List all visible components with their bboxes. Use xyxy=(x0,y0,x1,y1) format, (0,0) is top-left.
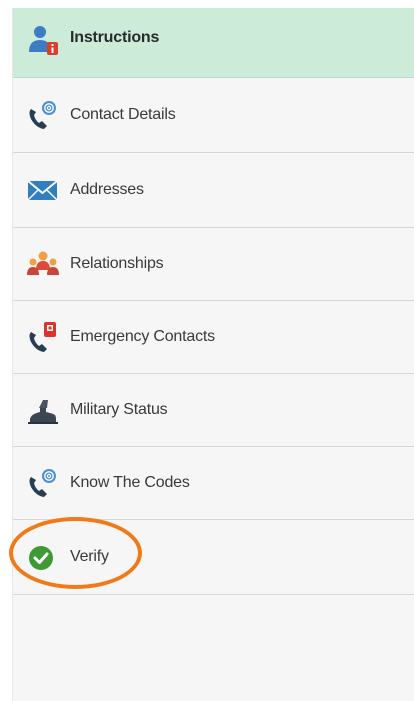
check-circle-icon xyxy=(25,541,61,573)
people-group-icon xyxy=(25,248,61,280)
phone-email-icon xyxy=(25,99,61,131)
nav-item-military-status[interactable]: Military Status xyxy=(13,374,414,447)
nav-item-label: Emergency Contacts xyxy=(70,328,215,345)
nav-item-label: Addresses xyxy=(70,181,144,198)
nav-item-label: Instructions xyxy=(70,29,160,46)
military-icon xyxy=(25,394,61,426)
nav-item-label: Know The Codes xyxy=(70,474,190,491)
nav-item-label: Military Status xyxy=(70,401,168,418)
nav-item-know-the-codes[interactable]: Know The Codes xyxy=(13,447,414,520)
nav-item-contact-details[interactable]: Contact Details xyxy=(13,78,414,153)
user-info-icon xyxy=(25,24,61,56)
nav-item-label: Verify xyxy=(70,548,109,565)
envelope-icon xyxy=(25,174,61,206)
phone-email-icon xyxy=(25,467,61,499)
nav-item-verify[interactable]: Verify xyxy=(13,520,414,595)
nav-item-addresses[interactable]: Addresses xyxy=(13,153,414,228)
nav-item-relationships[interactable]: Relationships xyxy=(13,228,414,301)
nav-item-instructions[interactable]: Instructions xyxy=(13,8,414,78)
step-navigation-panel: Instructions Contact Details Addresses R… xyxy=(12,8,414,701)
nav-item-label: Contact Details xyxy=(70,106,176,123)
nav-item-label: Relationships xyxy=(70,255,164,272)
emergency-phone-icon xyxy=(25,321,61,353)
nav-item-emergency-contacts[interactable]: Emergency Contacts xyxy=(13,301,414,374)
